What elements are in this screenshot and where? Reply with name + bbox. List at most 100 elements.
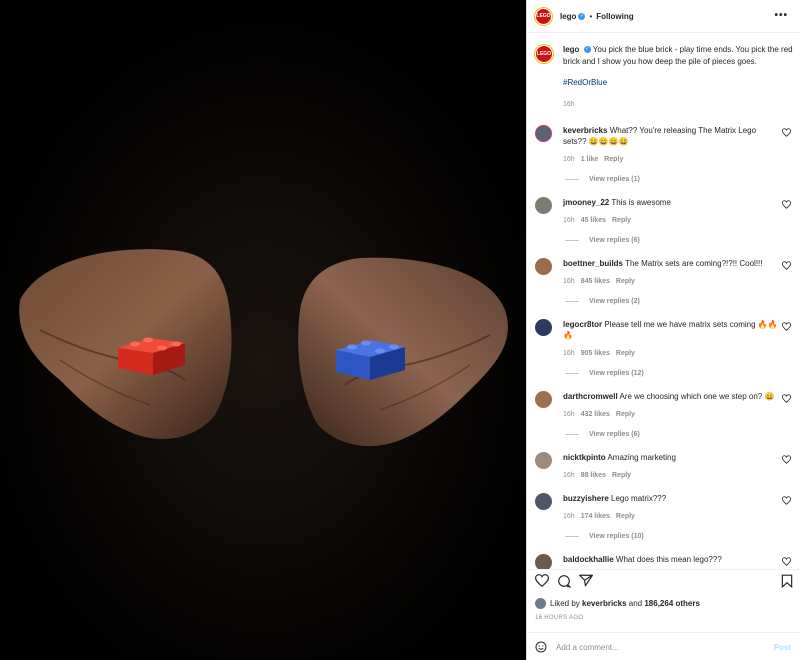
comment-like-icon[interactable]	[782, 455, 791, 464]
comment-meta: 16h 432 likes Reply	[563, 409, 781, 420]
emoji-icon[interactable]	[535, 641, 547, 653]
comment-meta: 16h 174 likes Reply	[563, 511, 781, 522]
comment-username[interactable]: nicktkpinto	[563, 453, 606, 462]
comment-bubble-icon[interactable]	[557, 574, 571, 588]
caption-time: 16h	[563, 101, 575, 108]
action-bar: Liked by keverbricks and 186,264 others …	[527, 569, 800, 660]
comment-time: 16h	[563, 513, 575, 520]
liker-avatar[interactable]	[535, 598, 546, 609]
commenter-avatar[interactable]	[535, 493, 552, 510]
liked-prefix: Liked by	[550, 599, 580, 608]
comment-reply-button[interactable]: Reply	[616, 411, 635, 418]
comment-reply-button[interactable]: Reply	[604, 156, 623, 163]
caption-username[interactable]: lego	[563, 45, 579, 54]
caption-avatar-icon[interactable]: LEGO	[535, 45, 553, 63]
comment-likes[interactable]: 905 likes	[581, 350, 610, 357]
commenter-avatar[interactable]	[535, 197, 552, 214]
comment-text: This is awesome	[611, 198, 671, 207]
comment-like-icon[interactable]	[782, 496, 791, 505]
comment-reply-button[interactable]: Reply	[616, 513, 635, 520]
comment-meta: 16h 905 likes Reply	[563, 348, 781, 359]
post-dialog: LEGO lego ✓ • Following ••• LEGO lego ✓ …	[0, 0, 800, 660]
comment-item: buzzyishere Lego matrix??? 16h 174 likes Re…	[527, 493, 800, 542]
comment-username[interactable]: legocr8tor	[563, 320, 602, 329]
caption-hashtag[interactable]: #RedOrBlue	[563, 77, 793, 89]
comment-username[interactable]: keverbricks	[563, 126, 607, 135]
verified-badge-icon: ✓	[578, 12, 586, 20]
post-image[interactable]	[0, 0, 526, 660]
comment-text: Are we choosing which one we step on? 😀	[619, 392, 775, 401]
comment-like-icon[interactable]	[782, 322, 791, 331]
comment-reply-button[interactable]: Reply	[616, 350, 635, 357]
post-caption: LEGO lego ✓ You pick the blue brick - pl…	[527, 34, 800, 111]
commenter-avatar[interactable]	[535, 554, 552, 569]
comment-username[interactable]: jmooney_22	[563, 198, 609, 207]
comment-time: 16h	[563, 411, 575, 418]
comment-like-icon[interactable]	[782, 200, 791, 209]
share-plane-icon[interactable]	[579, 574, 593, 587]
header-username[interactable]: lego	[560, 12, 576, 21]
comment-time: 16h	[563, 278, 575, 285]
comment-reply-button[interactable]: Reply	[616, 278, 635, 285]
comment-time: 16h	[563, 350, 575, 357]
bookmark-icon[interactable]	[781, 574, 793, 588]
comment-username[interactable]: baldockhallie	[563, 555, 614, 564]
comment-meta: 16h 1 like Reply	[563, 154, 781, 165]
comment-meta: 16h 845 likes Reply	[563, 276, 781, 287]
view-replies-button[interactable]: View replies (1)	[565, 174, 781, 185]
like-heart-icon[interactable]	[535, 574, 549, 587]
commenter-avatar[interactable]	[535, 452, 552, 469]
comment-time: 16h	[563, 472, 575, 479]
comment-item: keverbricks What?? You're releasing The …	[527, 125, 800, 185]
comment-like-icon[interactable]	[782, 557, 791, 566]
comment-time: 16h	[563, 217, 575, 224]
header-separator: •	[589, 11, 593, 21]
liked-user[interactable]: keverbricks	[582, 599, 626, 608]
comment-username[interactable]: darthcromwell	[563, 392, 618, 401]
liked-count[interactable]: 186,264 others	[644, 599, 700, 608]
comment-item: boettner_builds The Matrix sets are comi…	[527, 258, 800, 307]
comment-likes[interactable]: 845 likes	[581, 278, 610, 285]
comment-likes[interactable]: 432 likes	[581, 411, 610, 418]
commenter-avatar[interactable]	[535, 391, 552, 408]
commenter-avatar[interactable]	[535, 258, 552, 275]
commenter-avatar[interactable]	[535, 125, 552, 142]
comment-likes[interactable]: 174 likes	[581, 513, 610, 520]
comment-likes[interactable]: 45 likes	[581, 217, 606, 224]
comment-username[interactable]: boettner_builds	[563, 259, 623, 268]
following-button[interactable]: Following	[596, 12, 633, 21]
comment-like-icon[interactable]	[782, 394, 791, 403]
comment-item: nicktkpinto Amazing marketing 16h 88 likes…	[527, 452, 800, 481]
comment-reply-button[interactable]: Reply	[612, 217, 631, 224]
comment-item: jmooney_22 This is awesome 16h 45 likes Rep…	[527, 197, 800, 246]
view-replies-button[interactable]: View replies (6)	[565, 429, 781, 440]
comment-text: Amazing marketing	[607, 453, 676, 462]
matrix-hands-photo	[0, 0, 526, 660]
comment-like-icon[interactable]	[782, 261, 791, 270]
comment-item: legocr8tor Please tell me we have matrix…	[527, 319, 800, 379]
commenter-avatar[interactable]	[535, 319, 552, 336]
view-replies-button[interactable]: View replies (2)	[565, 296, 781, 307]
comments-list[interactable]: LEGO lego ✓ You pick the blue brick - pl…	[527, 34, 800, 569]
lego-avatar-icon[interactable]: LEGO	[535, 7, 552, 25]
view-replies-button[interactable]: View replies (6)	[565, 235, 781, 246]
comment-text: What does this mean lego???	[615, 555, 722, 564]
comment-text: Lego matrix???	[611, 494, 667, 503]
comment-likes[interactable]: 1 like	[581, 156, 599, 163]
caption-text: You pick the blue brick - play time ends…	[563, 45, 793, 66]
view-replies-button[interactable]: View replies (12)	[565, 368, 781, 379]
comment-like-icon[interactable]	[782, 128, 791, 137]
view-replies-button[interactable]: View replies (10)	[565, 531, 781, 542]
post-comment-button[interactable]: Post	[774, 643, 791, 652]
comment-input[interactable]	[556, 642, 756, 652]
liked-by: Liked by keverbricks and 186,264 others	[535, 598, 700, 609]
post-side-panel: LEGO lego ✓ • Following ••• LEGO lego ✓ …	[526, 0, 800, 660]
post-header: LEGO lego ✓ • Following •••	[527, 0, 800, 33]
comment-username[interactable]: buzzyishere	[563, 494, 609, 503]
comment-reply-button[interactable]: Reply	[612, 472, 631, 479]
more-options-icon[interactable]: •••	[774, 10, 788, 21]
comment-time: 16h	[563, 156, 575, 163]
comment-item: baldockhallie What does this mean lego??…	[527, 554, 800, 569]
liked-mid: and	[628, 599, 643, 608]
comment-likes[interactable]: 88 likes	[581, 472, 606, 479]
